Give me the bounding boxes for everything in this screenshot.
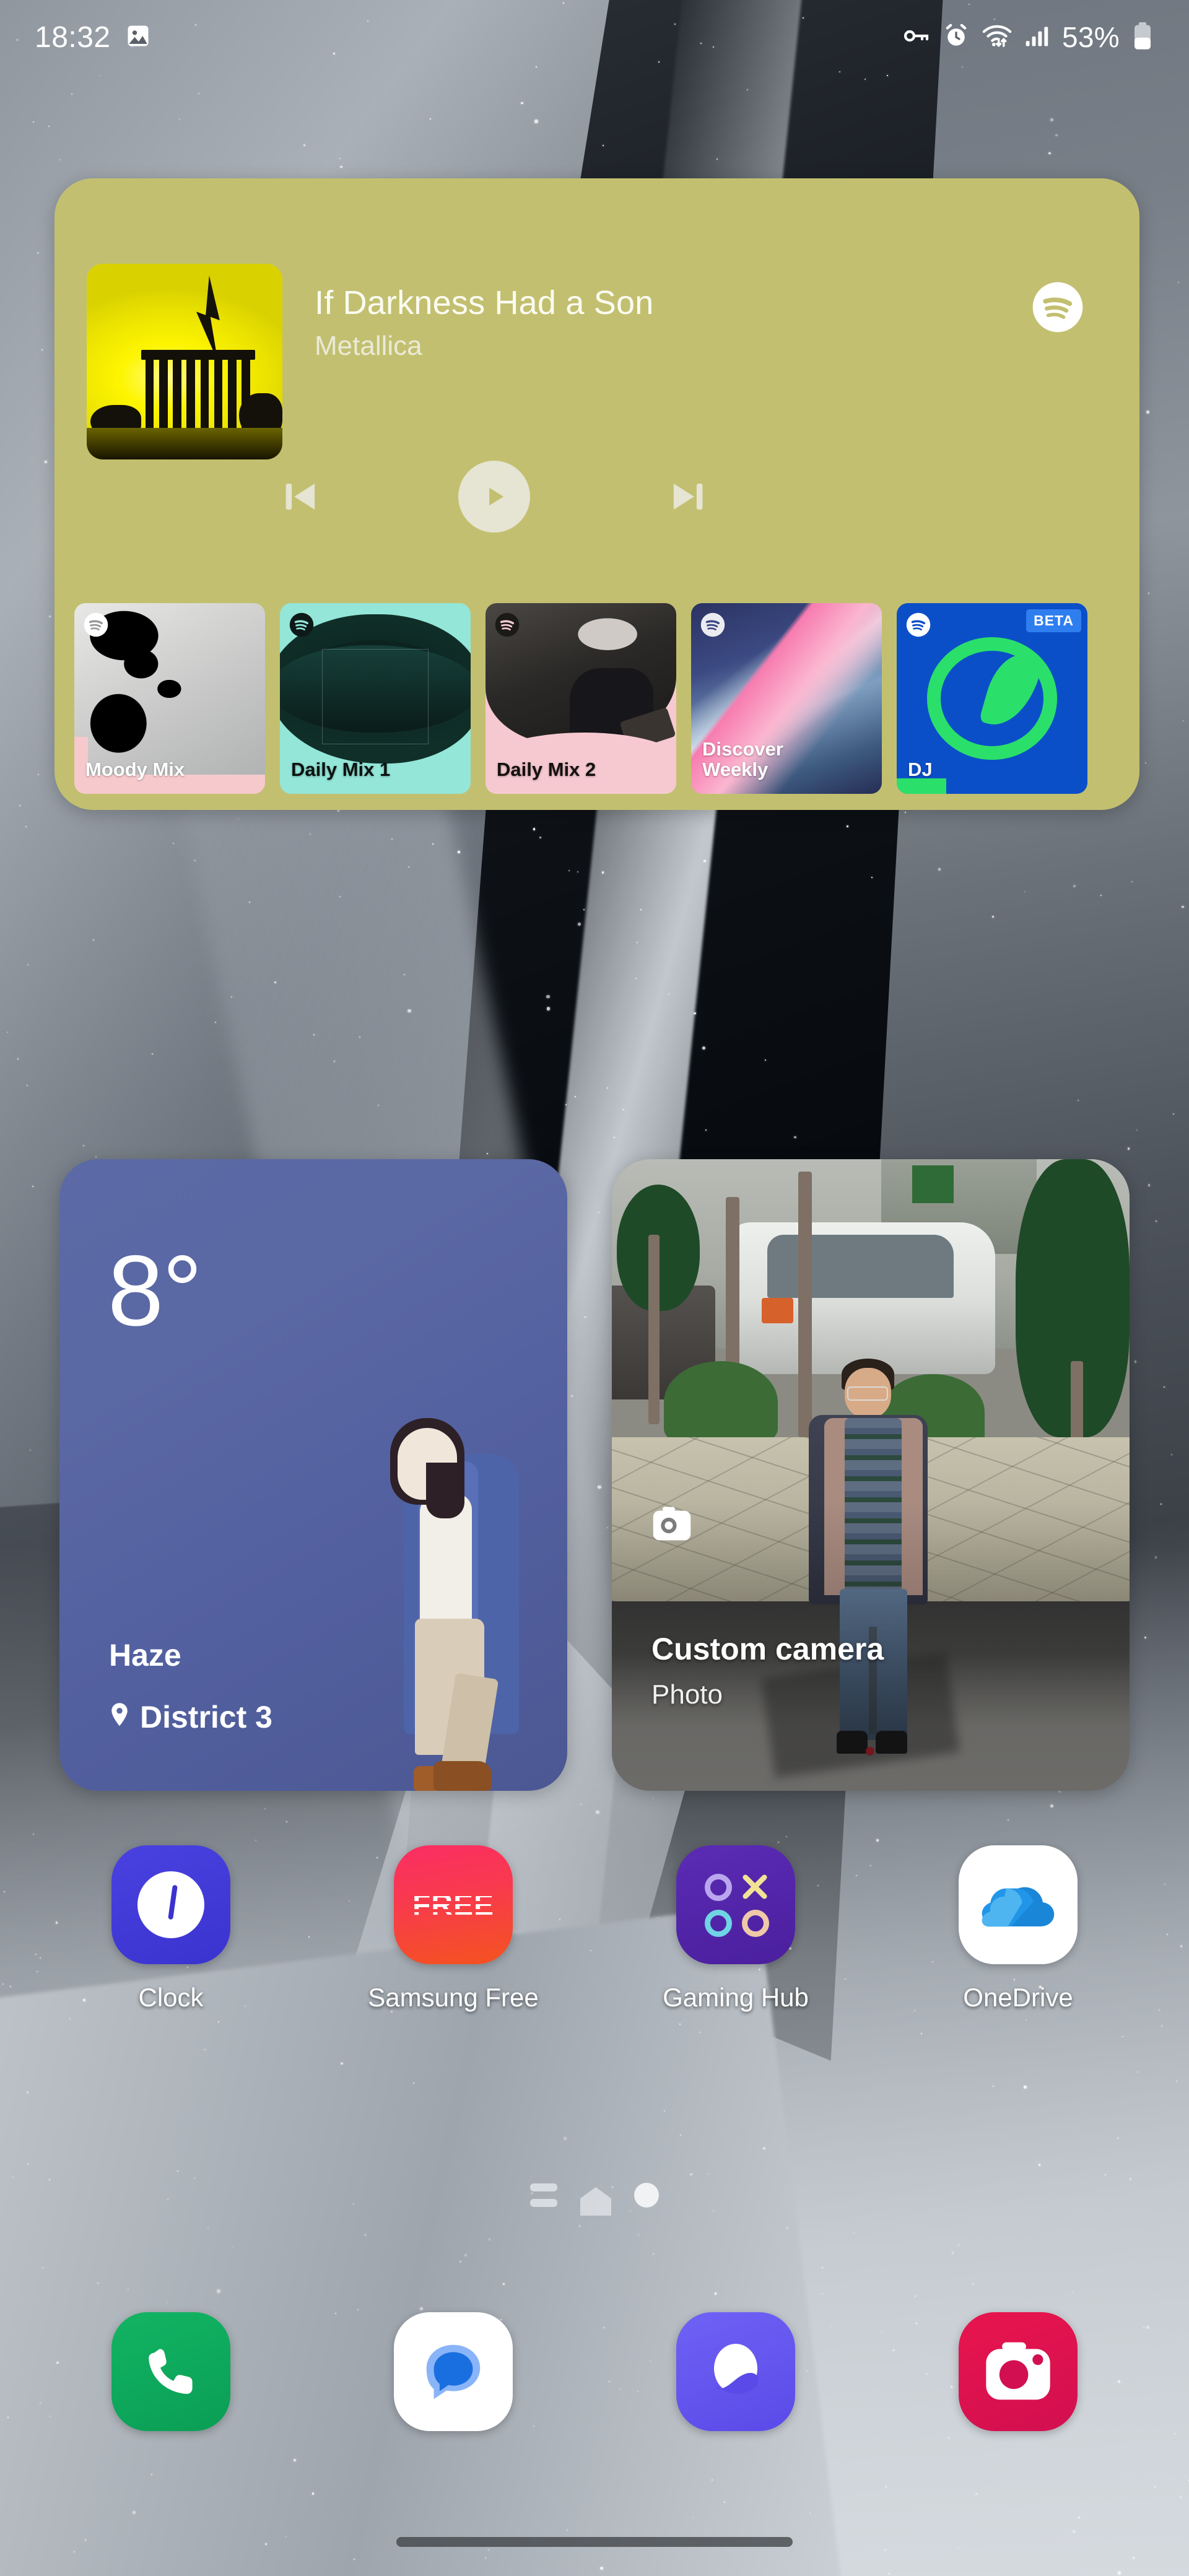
album-art-ground [87, 428, 282, 459]
dock [0, 2285, 1189, 2458]
playlist-tile-dj[interactable]: BETA DJ [897, 603, 1087, 794]
app-gaming-hub[interactable]: Gaming Hub [643, 1845, 829, 2012]
playlist-name: Moody Mix [85, 759, 185, 781]
play-icon[interactable] [458, 461, 530, 533]
dock-phone[interactable] [97, 2312, 245, 2431]
app-samsung-free[interactable]: FREE Samsung Free [360, 1845, 546, 2012]
gaming-hub-app-icon[interactable] [676, 1845, 795, 1964]
clock-app-icon[interactable] [111, 1845, 230, 1964]
weather-widget[interactable]: 8° Haze District 3 [59, 1159, 567, 1791]
album-art[interactable] [87, 264, 282, 459]
spotify-logo-icon[interactable] [1030, 280, 1085, 334]
apps-list-icon[interactable] [530, 2183, 557, 2207]
wifi-icon [982, 20, 1013, 54]
spotify-media-widget[interactable]: If Darkness Had a Son Metallica Moody Mi… [54, 178, 1139, 810]
playlist-tile-discover-weekly[interactable]: Discover Weekly [691, 603, 882, 794]
playlist-tile-moody-mix[interactable]: Moody Mix [74, 603, 265, 794]
gallery-icon [124, 22, 152, 53]
app-label: Samsung Free [368, 1983, 539, 2012]
playlist-name: DJ [908, 759, 933, 781]
app-clock[interactable]: Clock [78, 1845, 264, 2012]
playlist-artwork-grid [321, 648, 429, 744]
page-indicator [0, 2164, 1189, 2226]
app-grid-row: Clock FREE Samsung Free Gaming Hub OneDr… [0, 1845, 1189, 2093]
camera-icon [651, 1506, 692, 1542]
navigation-bar [0, 2508, 1189, 2576]
camera-app-icon[interactable] [959, 2312, 1078, 2431]
app-label: Gaming Hub [663, 1983, 809, 2012]
playlist-name: Discover Weekly [702, 738, 783, 781]
playlist-name: Daily Mix 1 [291, 759, 391, 781]
status-bar: 18:32 53% [0, 0, 1189, 74]
spotify-badge-icon [700, 612, 726, 638]
weather-temperature: 8° [108, 1235, 203, 1347]
app-onedrive[interactable]: OneDrive [925, 1845, 1111, 2012]
spotify-badge-icon [905, 612, 931, 638]
camera-widget-title: Custom camera [651, 1632, 884, 1666]
internet-app-icon[interactable] [676, 2312, 795, 2431]
messages-app-icon[interactable] [394, 2312, 513, 2431]
spotify-badge-icon [289, 612, 315, 638]
beta-badge: BETA [1026, 609, 1081, 632]
media-controls [277, 447, 711, 546]
status-bar-left: 18:32 [35, 20, 152, 54]
dock-camera[interactable] [944, 2312, 1092, 2431]
previous-track-icon[interactable] [277, 474, 323, 520]
playlist-tile-daily-mix-2[interactable]: Daily Mix 2 [486, 603, 676, 794]
weather-location-row: District 3 [108, 1699, 272, 1735]
track-metadata: If Darkness Had a Son Metallica [315, 284, 653, 362]
now-playing-section: If Darkness Had a Son Metallica [54, 178, 1139, 587]
samsung-free-wordmark: FREE [412, 1888, 494, 1921]
app-label: Clock [138, 1983, 204, 2012]
battery-icon [1131, 21, 1154, 54]
onedrive-app-icon[interactable] [959, 1845, 1078, 1964]
alarm-icon [942, 22, 970, 53]
dock-internet[interactable] [661, 2312, 810, 2431]
dock-messages[interactable] [379, 2312, 528, 2431]
gesture-navigation-handle[interactable] [396, 2537, 793, 2547]
weather-location: District 3 [140, 1700, 272, 1734]
dj-progress-bar [897, 778, 947, 794]
playlist-shelf: Moody Mix Daily Mix 1 Daily Mix 2 Discov… [54, 587, 1139, 810]
weather-condition: Haze [109, 1638, 181, 1673]
cellular-signal-icon [1024, 22, 1051, 53]
camera-widget-subtitle: Photo [651, 1679, 723, 1710]
status-bar-right: 53% [901, 20, 1154, 54]
spotify-badge-icon [83, 612, 109, 638]
weather-illustration [347, 1395, 551, 1791]
next-track-icon[interactable] [665, 474, 711, 520]
app-label: OneDrive [963, 1983, 1073, 2012]
camera-shortcut-widget[interactable]: Custom camera Photo [612, 1159, 1130, 1791]
status-clock: 18:32 [35, 20, 111, 54]
current-page-dot[interactable] [634, 2183, 659, 2208]
playlist-name: Daily Mix 2 [497, 759, 596, 781]
track-artist: Metallica [315, 331, 422, 361]
phone-app-icon[interactable] [111, 2312, 230, 2431]
location-pin-icon [108, 1702, 131, 1733]
spotify-badge-icon [494, 612, 520, 638]
vpn-key-icon [901, 21, 931, 54]
playlist-tile-daily-mix-1[interactable]: Daily Mix 1 [280, 603, 471, 794]
battery-percent-label: 53% [1062, 21, 1120, 53]
track-title: If Darkness Had a Son [315, 284, 654, 321]
samsung-free-app-icon[interactable]: FREE [394, 1845, 513, 1964]
